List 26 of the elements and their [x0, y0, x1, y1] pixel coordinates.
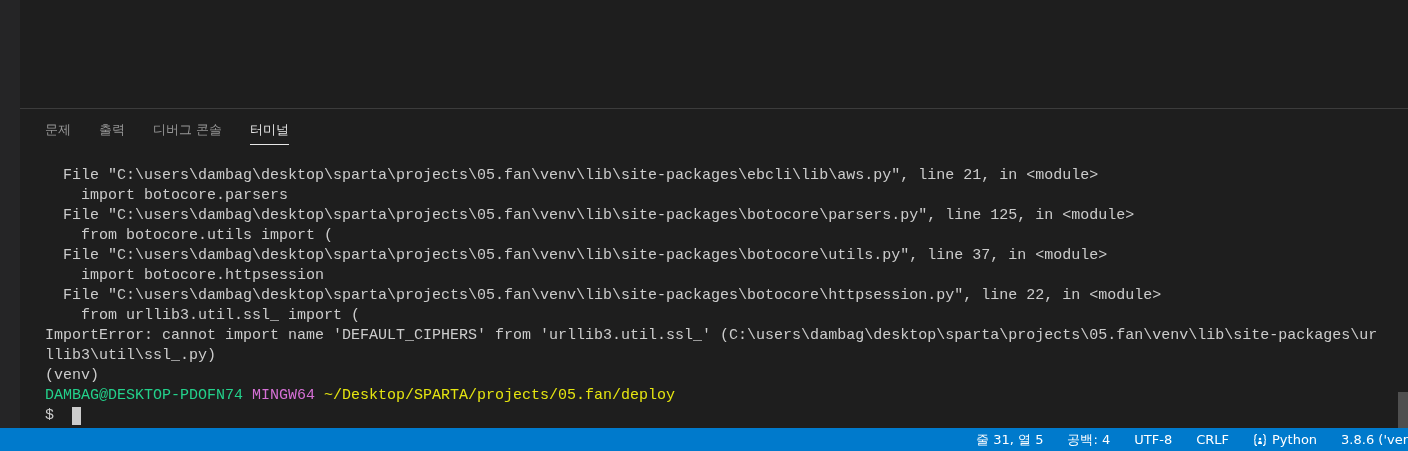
terminal-line: import botocore.parsers	[80, 186, 290, 206]
terminal-line: ImportError: cannot import name 'DEFAULT_CIPHERS' from 'urllib3.util.ssl_' (C:\users\dambag\desktop\sparta\projects\05.fan\venv\lib\site-packages\ur	[45, 326, 1379, 346]
terminal-prompt: $	[45, 406, 54, 426]
terminal-line: File "C:\users\dambag\desktop\sparta\projects\05.fan\venv\lib\site-packages\ebcli\lib\aws.py", line 21, in <module>	[62, 166, 1100, 186]
scrollbar-thumb[interactable]	[1398, 392, 1408, 428]
status-item[interactable]: UTF-8	[1134, 432, 1173, 447]
terminal-line: from botocore.utils import (	[80, 226, 335, 246]
terminal-line: import botocore.httpsession	[80, 266, 326, 286]
status-item[interactable]: 줄 31, 열 5	[976, 430, 1044, 449]
status-item[interactable]: CRLF	[1196, 432, 1230, 447]
panel-tab[interactable]: 터미널	[250, 121, 290, 145]
terminal-line: File "C:\users\dambag\desktop\sparta\projects\05.fan\venv\lib\site-packages\botocore\parsers.py", line 125, in <module>	[62, 206, 1136, 226]
terminal-cursor	[72, 407, 81, 425]
panel-tab[interactable]: 디버그 콘솔	[153, 121, 223, 145]
braces-icon	[1253, 432, 1268, 447]
status-item[interactable]: 공백: 4	[1067, 430, 1111, 449]
terminal-line: File "C:\users\dambag\desktop\sparta\projects\05.fan\venv\lib\site-packages\botocore\utils.py", line 37, in <module>	[62, 246, 1109, 266]
panel-tab[interactable]: 출력	[99, 121, 125, 145]
status-item[interactable]: 3.8.6 ('ver	[1341, 432, 1408, 447]
terminal-line: llib3\util\ssl_.py)	[45, 346, 218, 366]
panel-tab[interactable]: 문제	[45, 121, 71, 145]
language-mode[interactable]: Python	[1253, 432, 1318, 447]
terminal-line: DAMBAG@DESKTOP-PDOFN74 MINGW64 ~/Desktop/SPARTA/projects/05.fan/deploy	[45, 386, 677, 406]
terminal-line: File "C:\users\dambag\desktop\sparta\projects\05.fan\venv\lib\site-packages\botocore\httpsession.py", line 22, in <module>	[62, 286, 1163, 306]
terminal-line: from urllib3.util.ssl_ import (	[80, 306, 362, 326]
terminal-line: (venv)	[45, 366, 100, 386]
